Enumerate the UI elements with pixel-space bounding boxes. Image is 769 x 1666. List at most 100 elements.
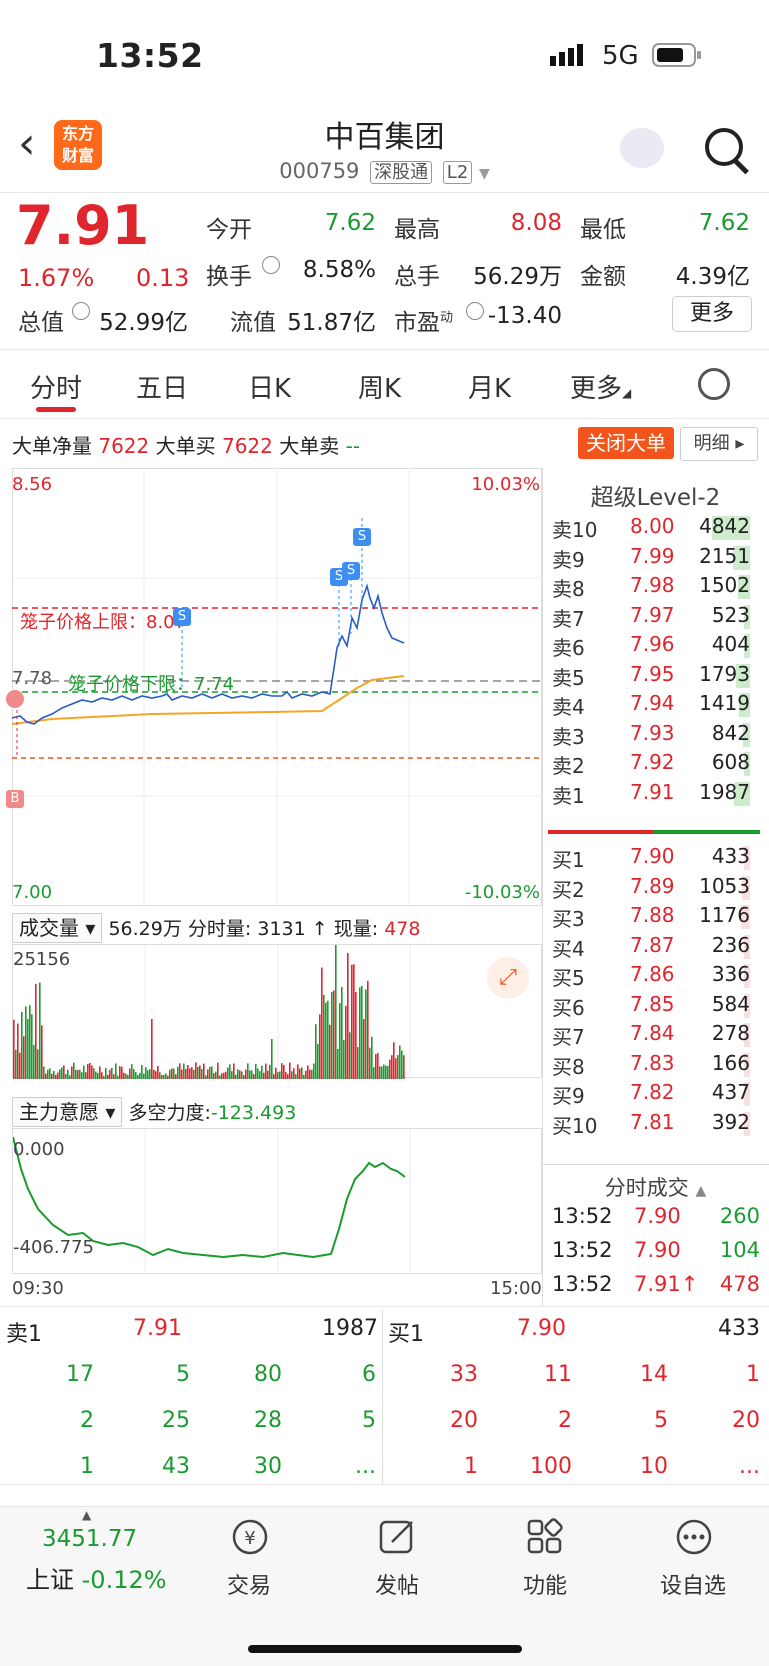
ticks-title[interactable]: 分时成交 ▲ xyxy=(542,1172,769,1202)
close-big-order-button[interactable]: 关闭大单 xyxy=(578,427,674,459)
queue-buy-volume: 433 xyxy=(718,1316,760,1341)
order-volume: 842 xyxy=(711,720,750,745)
order-book-row[interactable]: 卖4 7.94 1419 xyxy=(552,691,762,721)
order-book-row[interactable]: 买8 7.83 166 xyxy=(552,1051,762,1081)
order-level-label: 买7 xyxy=(552,1025,585,1049)
caret-up-icon: ▲ xyxy=(82,1508,92,1522)
order-book-row[interactable]: 买5 7.86 336 xyxy=(552,962,762,992)
volume-bar xyxy=(125,1073,127,1079)
sell-marker[interactable]: S xyxy=(342,562,360,580)
nav-trade[interactable]: 交易 xyxy=(194,1568,304,1600)
index-value[interactable]: 3451.77 xyxy=(42,1526,137,1552)
nav-function[interactable]: 功能 xyxy=(490,1568,600,1600)
volume-bar xyxy=(295,1074,297,1079)
order-book-row[interactable]: 买4 7.87 236 xyxy=(552,933,762,963)
info-icon[interactable] xyxy=(262,256,280,274)
buy-point-icon[interactable] xyxy=(6,690,24,708)
order-book-row[interactable]: 买2 7.89 1053 xyxy=(552,874,762,904)
volume-bar xyxy=(143,1073,145,1079)
volume-bar xyxy=(63,1065,65,1079)
order-book-row[interactable]: 买9 7.82 437 xyxy=(552,1080,762,1110)
info-icon[interactable] xyxy=(72,302,90,320)
post-icon[interactable] xyxy=(378,1518,418,1556)
volume-bar xyxy=(173,1068,175,1079)
volume-bar xyxy=(331,992,333,1079)
volume-bar xyxy=(163,1074,165,1079)
mktcap-label: 总值 xyxy=(18,310,64,336)
main-force-select[interactable]: 主力意愿 ▾ xyxy=(12,1097,123,1127)
volume-bar xyxy=(167,1075,169,1079)
order-book-row[interactable]: 买6 7.85 584 xyxy=(552,992,762,1022)
more-dots-icon[interactable] xyxy=(674,1518,714,1556)
big-order-net: 7622 xyxy=(98,434,150,458)
tab-monthly-k[interactable]: 月K xyxy=(468,368,511,405)
info-icon[interactable] xyxy=(466,302,484,320)
order-level-label: 买6 xyxy=(552,995,585,1020)
expand-icon[interactable]: ⤢ xyxy=(487,957,529,999)
function-icon[interactable] xyxy=(526,1518,566,1556)
volume-bar xyxy=(119,1066,121,1079)
search-icon[interactable] xyxy=(705,128,743,166)
volume-bar xyxy=(61,1067,63,1079)
volume-bar xyxy=(285,1072,287,1079)
order-price: 7.89 xyxy=(630,873,675,898)
assistant-robot-icon[interactable] xyxy=(620,128,664,168)
detail-button[interactable]: 明细 ▸ xyxy=(680,427,758,461)
order-book-row[interactable]: 买7 7.84 278 xyxy=(552,1021,762,1051)
order-book-row[interactable]: 卖6 7.96 404 xyxy=(552,632,762,662)
volume-bar xyxy=(177,1066,179,1079)
volume-select[interactable]: 成交量 ▾ xyxy=(12,913,103,943)
status-time: 13:52 xyxy=(96,36,204,75)
tab-daily-k[interactable]: 日K xyxy=(248,368,291,405)
sell-marker[interactable]: S xyxy=(173,608,191,626)
order-book-row[interactable]: 卖1 7.91 1987 xyxy=(552,780,762,810)
order-book-row[interactable]: 卖5 7.95 1793 xyxy=(552,662,762,692)
order-book-row[interactable]: 卖10 8.00 4842 xyxy=(552,514,762,544)
tab-weekly-k[interactable]: 周K xyxy=(358,368,401,405)
tick-price: 7.91↑ xyxy=(634,1272,699,1296)
volume-bar xyxy=(25,1006,27,1079)
index-ticker[interactable]: 上证 -0.12% xyxy=(26,1560,167,1595)
order-book-row[interactable]: 卖9 7.99 2151 xyxy=(552,544,762,574)
order-volume: 433 xyxy=(711,844,750,868)
tick-price: 7.90 xyxy=(634,1204,681,1228)
order-book-row[interactable]: 买3 7.88 1176 xyxy=(552,903,762,933)
volume-bar xyxy=(373,1067,375,1079)
volume-bar xyxy=(157,1065,159,1079)
order-book-row[interactable]: 卖2 7.92 608 xyxy=(552,750,762,780)
order-volume: 336 xyxy=(711,962,750,986)
queue-buy-cell: 1 xyxy=(464,1454,478,1479)
buy-marker[interactable]: B xyxy=(6,790,24,808)
order-book-row[interactable]: 卖3 7.93 842 xyxy=(552,721,762,751)
volume-bar xyxy=(215,1071,217,1079)
queue-buy-cell: 100 xyxy=(530,1454,572,1479)
volume-bar xyxy=(273,1074,275,1079)
signal-icon xyxy=(550,42,590,72)
order-level-label: 买8 xyxy=(552,1054,585,1079)
order-book-row[interactable]: 卖8 7.98 1502 xyxy=(552,573,762,603)
volume-bar xyxy=(137,1075,139,1079)
order-book-row[interactable]: 买10 7.81 392 xyxy=(552,1110,762,1140)
nav-post[interactable]: 发帖 xyxy=(342,1568,452,1600)
order-book-row[interactable]: 卖7 7.97 523 xyxy=(552,603,762,633)
order-book-row[interactable]: 买1 7.90 433 xyxy=(552,844,762,874)
main-force-chart[interactable]: 0.000 -406.775 xyxy=(12,1128,542,1275)
cage-upper-label: 笼子价格上限：8.07 xyxy=(20,612,187,633)
volume-bar xyxy=(275,1067,277,1079)
volume-bar xyxy=(147,1070,149,1079)
volume-bar xyxy=(89,1063,91,1079)
more-button[interactable]: 更多 xyxy=(672,296,752,332)
tab-five-day[interactable]: 五日 xyxy=(136,368,188,405)
volume-bar xyxy=(361,985,363,1079)
volume-chart[interactable]: 25156 ⤢ xyxy=(12,944,542,1079)
sell-marker[interactable]: S xyxy=(353,528,371,546)
gear-icon[interactable] xyxy=(698,368,730,400)
volume-bar xyxy=(145,1067,147,1079)
queue-sell-cell: ... xyxy=(355,1454,376,1479)
intraday-chart[interactable]: 8.56 10.03% 7.00 -10.03% 7.78 笼子价格上限：8.0… xyxy=(6,468,542,906)
dropdown-icon: ▼ xyxy=(478,166,490,182)
tab-intraday[interactable]: 分时 xyxy=(30,368,82,405)
tab-more[interactable]: 更多◢ xyxy=(570,368,631,405)
trade-icon[interactable]: ¥ xyxy=(230,1518,270,1556)
nav-watchlist[interactable]: 设自选 xyxy=(638,1568,748,1600)
